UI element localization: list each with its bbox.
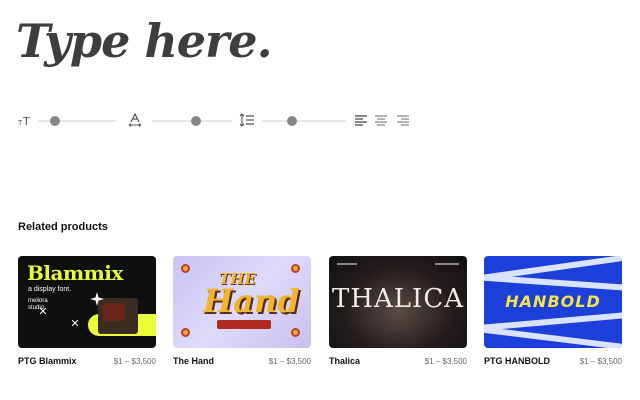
- product-price: $1 – $3,500: [113, 357, 156, 366]
- font-size-slider[interactable]: [38, 114, 116, 128]
- product-price: $1 – $3,500: [268, 357, 311, 366]
- align-right-button[interactable]: [396, 112, 410, 128]
- letter-spacing-icon: [126, 110, 144, 130]
- product-name[interactable]: PTG HANBOLD: [484, 356, 550, 366]
- thumbnail-logo-line2: Hand: [203, 282, 300, 320]
- product-price: $1 – $3,500: [579, 357, 622, 366]
- align-center-button[interactable]: [374, 112, 388, 128]
- flower-icon: [181, 328, 190, 337]
- product-thumbnail[interactable]: THE Hand: [173, 256, 311, 348]
- related-products-heading: Related products: [18, 221, 108, 233]
- flower-icon: [181, 264, 190, 273]
- thumbnail-subtitle: a display font.: [28, 286, 72, 293]
- align-center-icon: [375, 114, 387, 126]
- align-left-button[interactable]: [354, 112, 368, 128]
- line-height-slider[interactable]: [262, 114, 346, 128]
- product-price: $1 – $3,500: [424, 357, 467, 366]
- product-name[interactable]: The Hand: [173, 356, 214, 366]
- product-name[interactable]: PTG Blammix: [18, 356, 77, 366]
- sparkle-icon: [90, 292, 104, 306]
- thumbnail-logo-text: Blammix: [27, 261, 123, 285]
- product-card[interactable]: THALICA Thalica $1 – $3,500: [329, 256, 467, 366]
- slider-thumb[interactable]: [287, 116, 298, 126]
- align-right-icon: [397, 114, 409, 126]
- product-thumbnail[interactable]: THALICA: [329, 256, 467, 348]
- svg-text:T: T: [22, 115, 30, 126]
- align-left-icon: [355, 114, 367, 126]
- slider-thumb[interactable]: [191, 116, 202, 126]
- flower-icon: [291, 328, 300, 337]
- flower-icon: [291, 264, 300, 273]
- text-size-icon: TT: [16, 110, 34, 130]
- letter-spacing-slider[interactable]: [152, 114, 232, 128]
- product-card[interactable]: THE Hand The Hand $1 – $3,500: [173, 256, 311, 366]
- thumbnail-logo-text: HANBOLD: [505, 292, 601, 311]
- cross-icon: [72, 320, 78, 326]
- thumbnail-badge: [217, 320, 271, 329]
- slider-thumb[interactable]: [49, 116, 60, 126]
- line-height-icon: [238, 110, 256, 130]
- cross-icon: [40, 308, 46, 314]
- product-card[interactable]: HANBOLD PTG HANBOLD $1 – $3,500: [484, 256, 622, 366]
- product-name[interactable]: Thalica: [329, 356, 360, 366]
- product-card[interactable]: Blammix a display font. meliora studio P…: [18, 256, 156, 366]
- product-thumbnail[interactable]: Blammix a display font. meliora studio: [18, 256, 156, 348]
- thumbnail-logo-text: THALICA: [332, 284, 464, 314]
- product-thumbnail[interactable]: HANBOLD: [484, 256, 622, 348]
- type-preview-text[interactable]: Type here.: [16, 18, 273, 64]
- type-controls: TT: [16, 110, 416, 132]
